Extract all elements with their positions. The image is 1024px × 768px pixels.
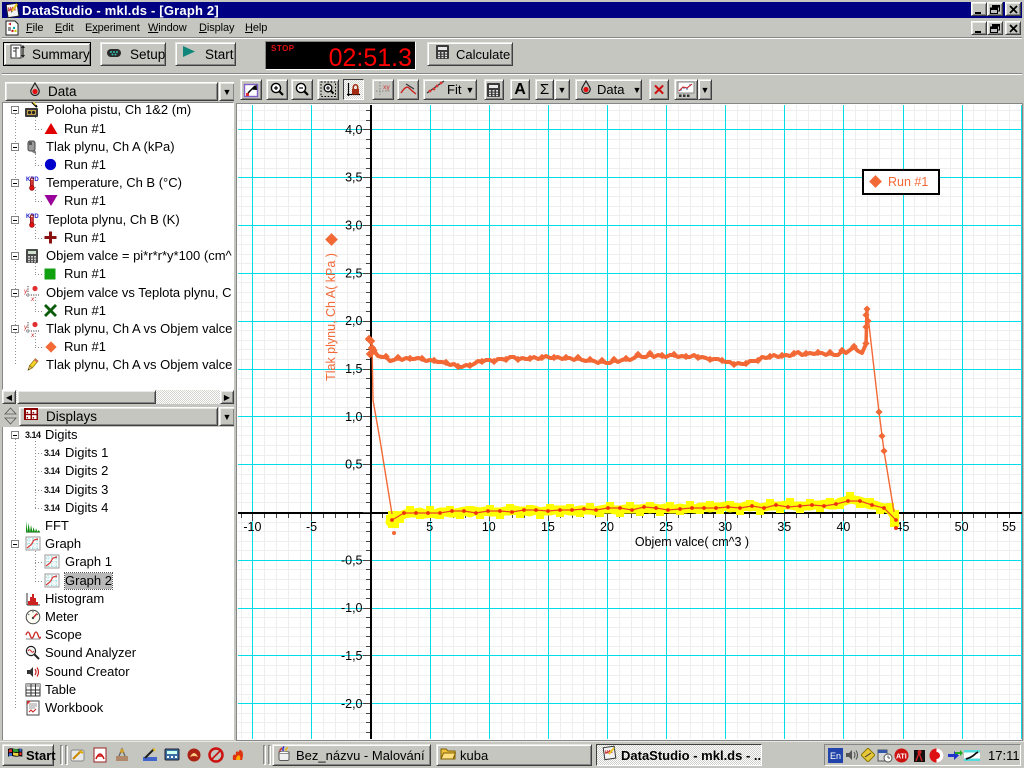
svg-text:35: 35 [777,520,791,534]
svg-text:3.14: 3.14 [25,430,41,440]
svg-text:ATI: ATI [896,754,907,761]
svg-text:1,5: 1,5 [345,362,362,376]
svg-text:55: 55 [1002,520,1016,534]
svg-text:5: 5 [426,520,433,534]
svg-text:2,0: 2,0 [345,314,362,328]
svg-text:0,5: 0,5 [345,458,362,472]
svg-text:15: 15 [541,520,555,534]
svg-text:-1,0: -1,0 [341,601,363,615]
svg-text:-0,5: -0,5 [341,553,363,567]
svg-text:25: 25 [659,520,673,534]
svg-text:3,5: 3,5 [345,171,362,185]
svg-text:3.14: 3.14 [44,503,60,513]
svg-text:3.14: 3.14 [44,448,60,458]
svg-text:1,0: 1,0 [345,410,362,424]
svg-text:-1,5: -1,5 [341,649,363,663]
svg-text:-5: -5 [306,520,317,534]
svg-text:Tlak plynu, Ch A( kPa ): Tlak plynu, Ch A( kPa ) [324,253,338,381]
svg-text:3.14: 3.14 [44,466,60,476]
svg-text:10: 10 [482,520,496,534]
svg-text:3,0: 3,0 [345,219,362,233]
svg-text:30: 30 [718,520,732,534]
svg-text:-10: -10 [243,520,261,534]
svg-text:50: 50 [955,520,969,534]
svg-text:3.14: 3.14 [44,485,60,495]
svg-text:Objem valce( cm^3 ): Objem valce( cm^3 ) [635,535,749,549]
svg-text:Run #1: Run #1 [888,175,928,189]
svg-text:4,0: 4,0 [345,123,362,137]
svg-text:xy: xy [383,85,390,91]
svg-text:20: 20 [600,520,614,534]
svg-text:2,5: 2,5 [345,266,362,280]
svg-text:40: 40 [836,520,850,534]
svg-text:En: En [830,751,841,761]
svg-text:-2,0: -2,0 [341,697,363,711]
